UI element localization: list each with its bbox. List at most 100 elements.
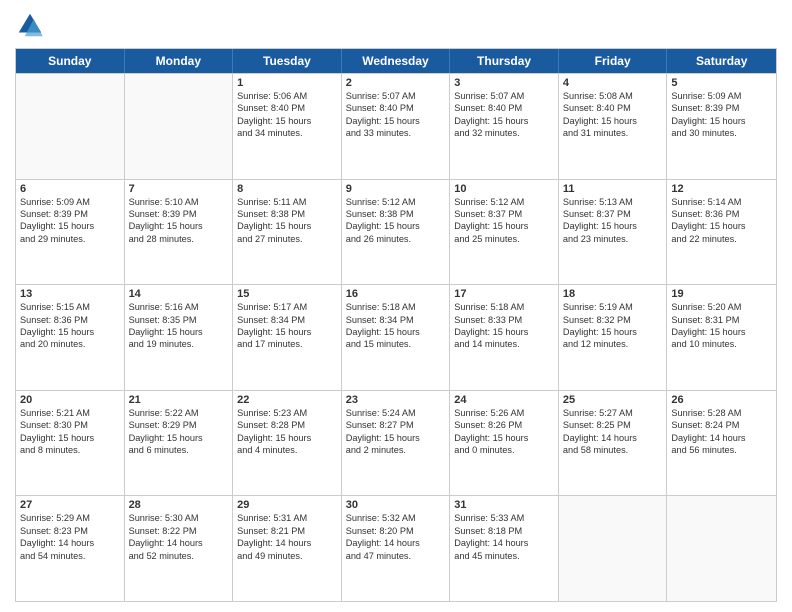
cell-line: and 47 minutes. [346,550,446,562]
cell-line: Sunset: 8:40 PM [346,102,446,114]
cell-line: and 32 minutes. [454,127,554,139]
header-day-tuesday: Tuesday [233,49,342,73]
cell-line: and 28 minutes. [129,233,229,245]
day-number: 3 [454,77,554,89]
cell-line: Sunset: 8:40 PM [563,102,663,114]
calendar-cell: 18Sunrise: 5:19 AMSunset: 8:32 PMDayligh… [559,285,668,390]
calendar-cell: 25Sunrise: 5:27 AMSunset: 8:25 PMDayligh… [559,391,668,496]
cell-line: and 29 minutes. [20,233,120,245]
calendar: SundayMondayTuesdayWednesdayThursdayFrid… [15,48,777,602]
cell-line: Daylight: 15 hours [563,220,663,232]
cell-line: and 14 minutes. [454,338,554,350]
day-number: 4 [563,77,663,89]
calendar-cell: 27Sunrise: 5:29 AMSunset: 8:23 PMDayligh… [16,496,125,601]
cell-line: Daylight: 15 hours [346,115,446,127]
cell-line: Daylight: 15 hours [237,432,337,444]
cell-line: Daylight: 15 hours [237,220,337,232]
cell-line: Sunset: 8:39 PM [20,208,120,220]
calendar-row-2: 13Sunrise: 5:15 AMSunset: 8:36 PMDayligh… [16,284,776,390]
cell-line: Sunrise: 5:17 AM [237,301,337,313]
calendar-cell: 7Sunrise: 5:10 AMSunset: 8:39 PMDaylight… [125,180,234,285]
cell-line: Daylight: 15 hours [671,220,772,232]
cell-line: Daylight: 15 hours [454,326,554,338]
cell-line: Sunrise: 5:09 AM [671,90,772,102]
cell-line: and 45 minutes. [454,550,554,562]
calendar-cell [125,74,234,179]
cell-line: Sunrise: 5:07 AM [454,90,554,102]
calendar-cell [667,496,776,601]
cell-line: Daylight: 15 hours [237,326,337,338]
cell-line: and 22 minutes. [671,233,772,245]
cell-line: Sunset: 8:36 PM [20,314,120,326]
cell-line: and 56 minutes. [671,444,772,456]
day-number: 14 [129,288,229,300]
calendar-cell: 12Sunrise: 5:14 AMSunset: 8:36 PMDayligh… [667,180,776,285]
cell-line: Sunrise: 5:16 AM [129,301,229,313]
cell-line: Sunset: 8:39 PM [671,102,772,114]
day-number: 11 [563,183,663,195]
cell-line: Daylight: 15 hours [129,326,229,338]
cell-line: and 25 minutes. [454,233,554,245]
cell-line: Sunrise: 5:31 AM [237,512,337,524]
cell-line: Daylight: 15 hours [454,220,554,232]
header-day-saturday: Saturday [667,49,776,73]
calendar-cell: 3Sunrise: 5:07 AMSunset: 8:40 PMDaylight… [450,74,559,179]
day-number: 25 [563,394,663,406]
cell-line: Sunset: 8:29 PM [129,419,229,431]
calendar-cell: 15Sunrise: 5:17 AMSunset: 8:34 PMDayligh… [233,285,342,390]
header-day-thursday: Thursday [450,49,559,73]
cell-line: and 27 minutes. [237,233,337,245]
calendar-row-1: 6Sunrise: 5:09 AMSunset: 8:39 PMDaylight… [16,179,776,285]
calendar-row-3: 20Sunrise: 5:21 AMSunset: 8:30 PMDayligh… [16,390,776,496]
cell-line: and 15 minutes. [346,338,446,350]
calendar-row-4: 27Sunrise: 5:29 AMSunset: 8:23 PMDayligh… [16,495,776,601]
cell-line: Daylight: 15 hours [20,220,120,232]
header-day-wednesday: Wednesday [342,49,451,73]
cell-line: and 23 minutes. [563,233,663,245]
day-number: 8 [237,183,337,195]
cell-line: Sunset: 8:38 PM [237,208,337,220]
cell-line: Daylight: 15 hours [671,326,772,338]
header-day-monday: Monday [125,49,234,73]
cell-line: Daylight: 15 hours [563,115,663,127]
cell-line: Sunset: 8:40 PM [237,102,337,114]
cell-line: and 20 minutes. [20,338,120,350]
cell-line: Sunrise: 5:11 AM [237,196,337,208]
cell-line: and 33 minutes. [346,127,446,139]
cell-line: Daylight: 15 hours [563,326,663,338]
day-number: 20 [20,394,120,406]
calendar-cell [559,496,668,601]
cell-line: Sunset: 8:25 PM [563,419,663,431]
logo [15,10,49,40]
day-number: 21 [129,394,229,406]
cell-line: Sunset: 8:23 PM [20,525,120,537]
cell-line: Sunset: 8:26 PM [454,419,554,431]
cell-line: Sunrise: 5:10 AM [129,196,229,208]
calendar-cell: 24Sunrise: 5:26 AMSunset: 8:26 PMDayligh… [450,391,559,496]
calendar-cell: 1Sunrise: 5:06 AMSunset: 8:40 PMDaylight… [233,74,342,179]
cell-line: Sunset: 8:34 PM [346,314,446,326]
page: SundayMondayTuesdayWednesdayThursdayFrid… [0,0,792,612]
cell-line: Daylight: 14 hours [129,537,229,549]
day-number: 7 [129,183,229,195]
cell-line: Daylight: 15 hours [454,115,554,127]
cell-line: Daylight: 14 hours [237,537,337,549]
cell-line: Sunrise: 5:12 AM [346,196,446,208]
cell-line: Sunrise: 5:29 AM [20,512,120,524]
calendar-cell: 17Sunrise: 5:18 AMSunset: 8:33 PMDayligh… [450,285,559,390]
header-day-friday: Friday [559,49,668,73]
day-number: 2 [346,77,446,89]
cell-line: Sunrise: 5:20 AM [671,301,772,313]
day-number: 30 [346,499,446,511]
cell-line: and 2 minutes. [346,444,446,456]
cell-line: Daylight: 15 hours [346,432,446,444]
cell-line: Sunrise: 5:18 AM [346,301,446,313]
calendar-header: SundayMondayTuesdayWednesdayThursdayFrid… [16,49,776,73]
cell-line: Sunrise: 5:09 AM [20,196,120,208]
cell-line: Sunrise: 5:06 AM [237,90,337,102]
day-number: 6 [20,183,120,195]
calendar-body: 1Sunrise: 5:06 AMSunset: 8:40 PMDaylight… [16,73,776,601]
cell-line: Sunrise: 5:32 AM [346,512,446,524]
cell-line: Sunset: 8:38 PM [346,208,446,220]
cell-line: and 0 minutes. [454,444,554,456]
